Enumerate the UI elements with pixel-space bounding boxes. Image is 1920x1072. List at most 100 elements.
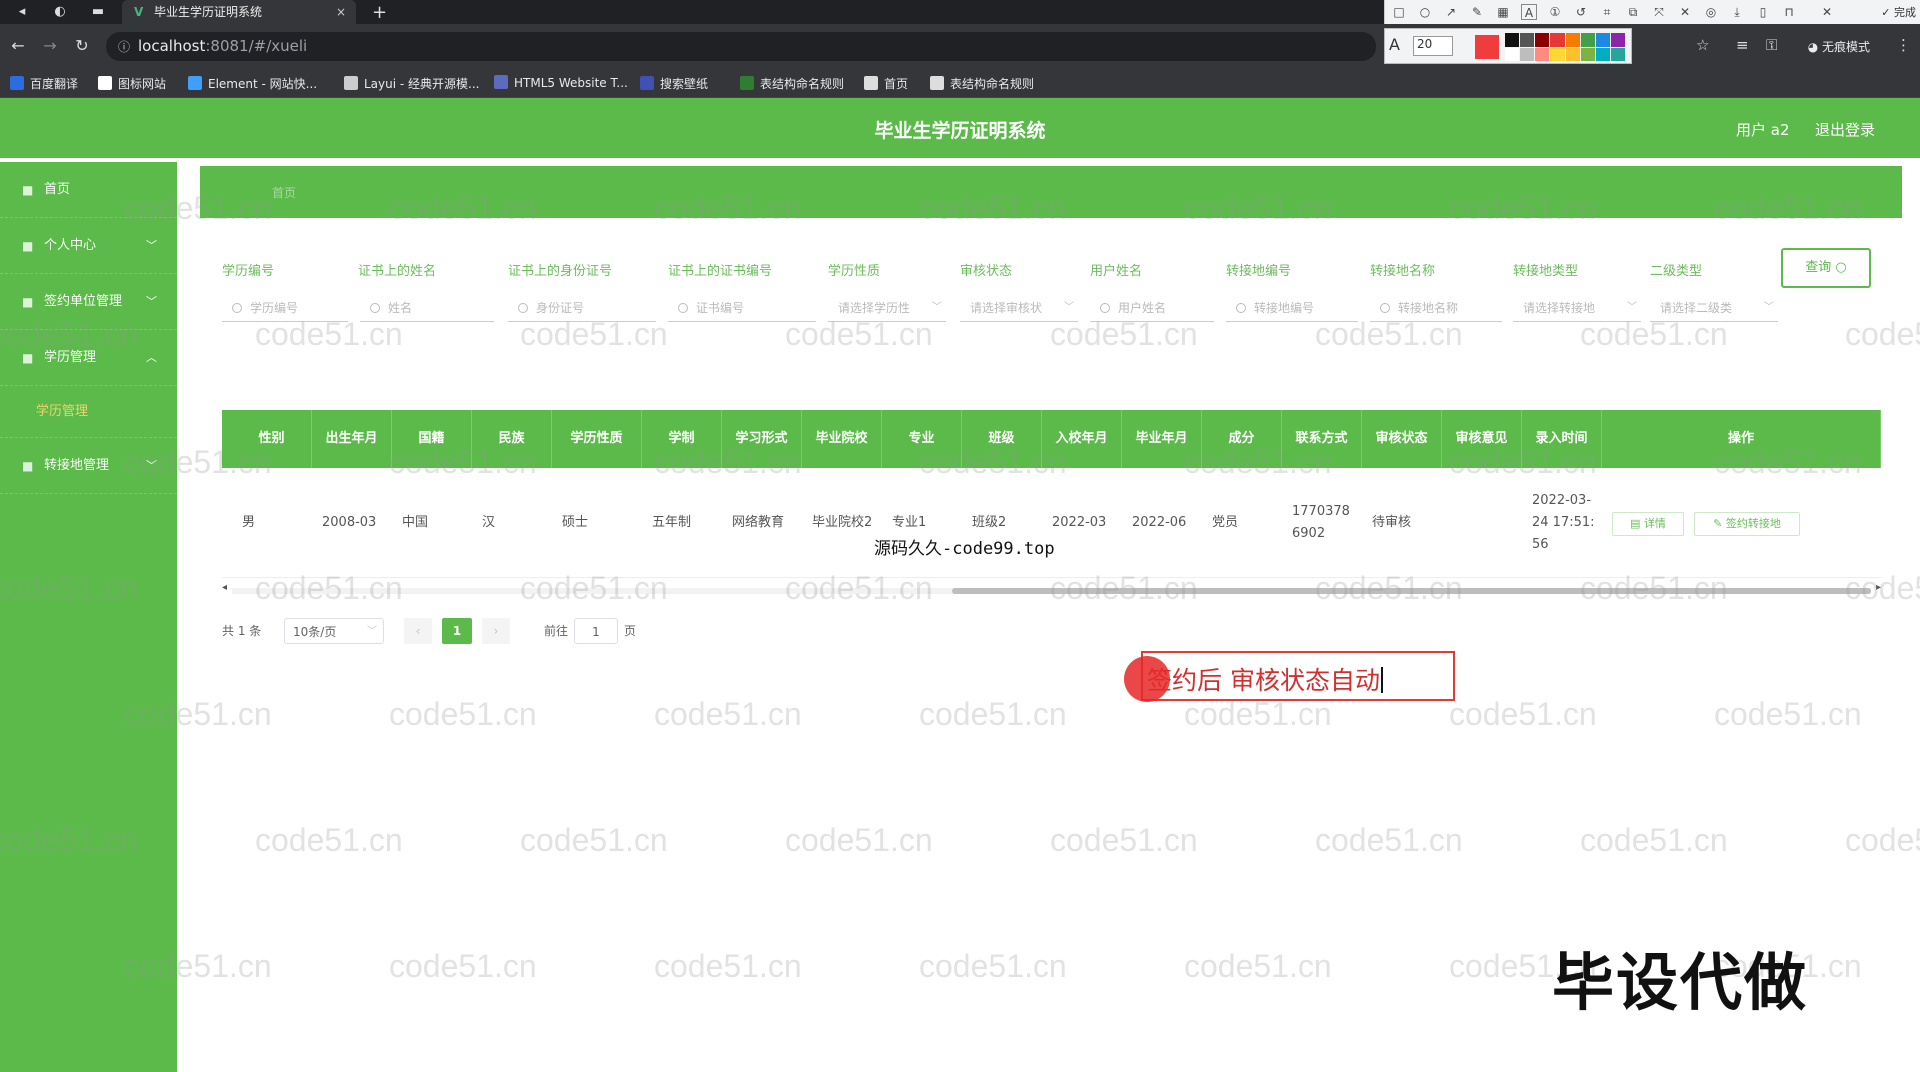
reading-list-icon[interactable]: ≡ <box>1736 36 1749 54</box>
bookmark-item[interactable]: 图标网站 <box>98 75 166 92</box>
color-swatch[interactable] <box>1550 33 1565 47</box>
url-field[interactable]: ⓘ localhost:8081/#/xueli <box>106 32 1376 61</box>
color-swatch[interactable] <box>1610 47 1625 61</box>
prev-page-button[interactable]: ‹ <box>404 618 432 644</box>
breadcrumb[interactable]: 首页 <box>272 184 296 201</box>
arrow-tool-icon[interactable]: ↗ <box>1443 4 1459 20</box>
bookmark-item[interactable]: 首页 <box>864 75 908 92</box>
filter-input[interactable]: 转接地编号 <box>1226 294 1358 322</box>
scroll-right-icon[interactable]: ▸ <box>1876 582 1881 593</box>
browser-tab-active[interactable]: V 毕业生学历证明系统 × <box>122 0 356 24</box>
filter-input[interactable]: 转接地名称 <box>1370 294 1502 322</box>
table-header-cell: 学历性质 <box>552 410 642 468</box>
bookmark-icon[interactable]: ⊓ <box>1781 4 1797 20</box>
annotation-text-box[interactable]: 签约后 审核状态自动 <box>1141 651 1455 701</box>
sign-transfer-button[interactable]: ✎ 签约转接地 <box>1694 512 1800 536</box>
scroll-left-icon[interactable]: ◂ <box>222 582 227 593</box>
tab-group-icon[interactable]: ▬ <box>90 4 106 20</box>
current-user: 用户 a2 <box>1736 121 1790 139</box>
undo-icon[interactable]: ↺ <box>1573 4 1589 20</box>
mosaic-tool-icon[interactable]: ▦ <box>1495 4 1511 20</box>
filter-select[interactable]: 请选择二级类 ﹀ <box>1650 294 1778 322</box>
bookmark-item[interactable]: HTML5 Website T... <box>494 75 628 90</box>
new-tab-button[interactable]: + <box>372 2 387 23</box>
filter-select[interactable]: 请选择审核状 ﹀ <box>960 294 1078 322</box>
filter-select[interactable]: 请选择学历性 ﹀ <box>828 294 946 322</box>
current-color-swatch[interactable] <box>1475 35 1499 59</box>
color-swatch[interactable] <box>1505 47 1520 61</box>
filter-input[interactable]: 身份证号 <box>508 294 656 322</box>
sidebar-item-education[interactable]: ■ 学历管理 ︿ <box>0 330 177 386</box>
color-swatch[interactable] <box>1610 33 1625 47</box>
copy-icon[interactable]: ⧉ <box>1625 4 1641 20</box>
bookmark-item[interactable]: 百度翻译 <box>10 75 78 92</box>
star-icon[interactable]: ☆ <box>1696 36 1709 54</box>
color-swatch[interactable] <box>1550 47 1565 61</box>
site-info-icon[interactable]: ⓘ <box>118 38 130 55</box>
sound-icon[interactable]: ◂ <box>14 4 30 20</box>
text-tool-icon[interactable]: A <box>1521 4 1537 20</box>
incognito-label: 无痕模式 <box>1821 40 1870 54</box>
table-cell-text: 汉 <box>482 515 496 530</box>
color-swatch[interactable] <box>1595 33 1610 47</box>
color-swatch[interactable] <box>1535 33 1550 47</box>
filter-select[interactable]: 请选择转接地 ﹀ <box>1513 294 1641 322</box>
crop-icon[interactable]: ⌗ <box>1599 4 1615 20</box>
color-swatch[interactable] <box>1595 47 1610 61</box>
color-palette[interactable] <box>1505 33 1625 61</box>
key-icon[interactable]: ⚿ <box>1766 36 1777 54</box>
sidebar-item-personal-center[interactable]: ■ 个人中心 ﹀ <box>0 218 177 274</box>
sidebar-item-signing-unit[interactable]: ■ 签约单位管理 ﹀ <box>0 274 177 330</box>
table-cell: 五年制 <box>642 468 722 578</box>
tab-close-icon[interactable]: × <box>336 0 346 24</box>
color-swatch[interactable] <box>1565 47 1580 61</box>
rectangle-tool-icon[interactable]: □ <box>1391 4 1407 20</box>
color-swatch[interactable] <box>1520 33 1535 47</box>
pin-icon[interactable]: ✕ <box>1677 4 1693 20</box>
cancel-icon[interactable]: ✕ <box>1819 4 1835 20</box>
bookmark-item[interactable]: 表结构命名规则 <box>930 75 1034 92</box>
number-tool-icon[interactable]: ① <box>1547 4 1563 20</box>
color-swatch[interactable] <box>1505 33 1520 47</box>
more-menu-icon[interactable]: ⋮ <box>1896 36 1911 54</box>
query-button[interactable]: 查询 ○ <box>1781 248 1871 288</box>
color-swatch[interactable] <box>1580 33 1595 47</box>
logout-link[interactable]: 退出登录 <box>1815 119 1875 140</box>
color-swatch[interactable] <box>1565 33 1580 47</box>
filter-input[interactable]: 证书编号 <box>668 294 816 322</box>
submenu-item-education-manage[interactable]: 学历管理 <box>0 386 177 438</box>
sidebar-item-transfer-place[interactable]: ■ 转接地管理 ﹀ <box>0 438 177 494</box>
bookmark-item[interactable]: 搜索壁纸 <box>640 75 708 92</box>
bookmark-item[interactable]: Element - 网站快... <box>188 75 317 92</box>
ellipse-tool-icon[interactable]: ○ <box>1417 4 1433 20</box>
horizontal-scrollbar[interactable]: ◂ ▸ <box>222 582 1881 598</box>
pen-tool-icon[interactable]: ✎ <box>1469 4 1485 20</box>
scroll-thumb[interactable] <box>952 588 1871 594</box>
color-swatch[interactable] <box>1580 47 1595 61</box>
filter-input[interactable]: 学历编号 <box>222 294 348 322</box>
annotation-done-button[interactable]: ✓ 完成 <box>1881 4 1916 20</box>
download-icon[interactable]: ⤓ <box>1729 4 1745 20</box>
bookmark-item[interactable]: 表结构命名规则 <box>740 75 844 92</box>
detail-button[interactable]: ▤ 详情 <box>1612 512 1684 536</box>
phone-icon[interactable]: ▯ <box>1755 4 1771 20</box>
goto-page-input[interactable]: 1 <box>574 618 618 644</box>
bookmark-label: Element - 网站快... <box>208 77 318 91</box>
next-page-button[interactable]: › <box>482 618 510 644</box>
filter-input[interactable]: 姓名 <box>360 294 494 322</box>
filter-input[interactable]: 用户姓名 <box>1090 294 1214 322</box>
page-unit-label: 页 <box>624 624 637 638</box>
bookmark-item[interactable]: Layui - 经典开源模... <box>344 75 479 92</box>
record-icon[interactable]: ◎ <box>1703 4 1719 20</box>
forward-icon[interactable]: → <box>40 36 60 56</box>
color-swatch[interactable] <box>1520 47 1535 61</box>
font-size-select[interactable]: 20 <box>1413 36 1453 56</box>
reload-icon[interactable]: ↻ <box>72 36 92 56</box>
incognito-badge[interactable]: ◕ 无痕模式 <box>1808 38 1870 55</box>
page-number-current[interactable]: 1 <box>442 618 472 644</box>
ocr-icon[interactable]: ⤧ <box>1651 4 1667 20</box>
page-size-select[interactable]: 10条/页 ﹀ <box>284 618 384 644</box>
sidebar-item-home[interactable]: ■ 首页 <box>0 162 177 218</box>
back-icon[interactable]: ← <box>8 36 28 56</box>
color-swatch[interactable] <box>1535 47 1550 61</box>
